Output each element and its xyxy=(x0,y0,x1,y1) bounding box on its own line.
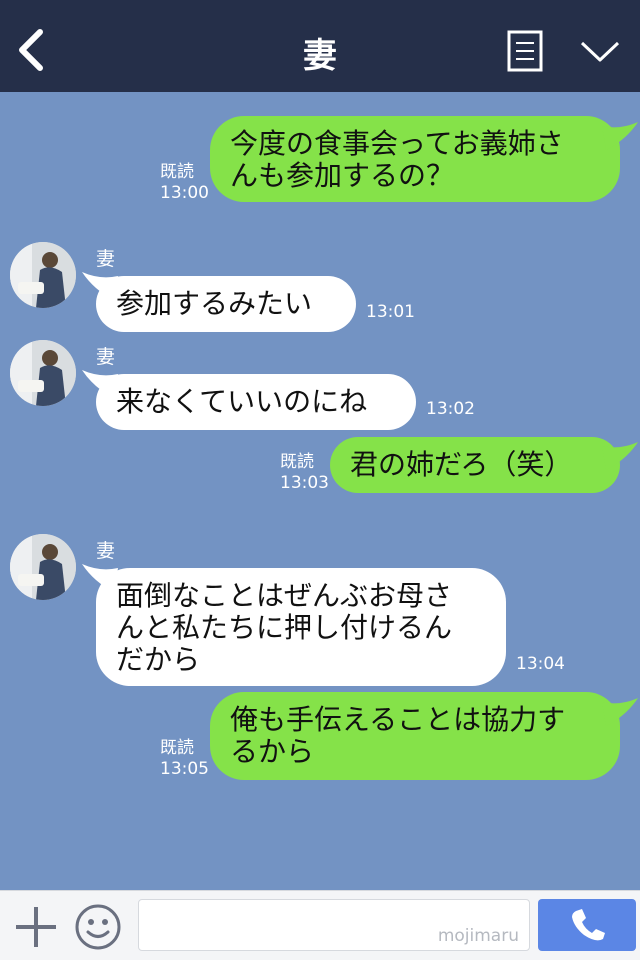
message-text-line: 来なくていいのにね xyxy=(116,385,368,418)
message-bubble[interactable]: 俺も手伝えることは協力す るから xyxy=(210,692,620,780)
message-time: 13:04 xyxy=(516,654,565,674)
message-time: 13:00 xyxy=(160,183,209,203)
message-time: 13:03 xyxy=(280,473,329,493)
message-bubble[interactable]: 面倒なことはぜんぶお母さ んと私たちに押し付けるん だから xyxy=(96,568,506,686)
plus-icon xyxy=(16,907,56,947)
avatar[interactable] xyxy=(10,534,76,600)
message-text-line: 面倒なことはぜんぶお母さ xyxy=(116,579,453,612)
message-bubble[interactable]: 来なくていいのにね xyxy=(96,374,416,430)
menu-list-icon xyxy=(507,30,543,72)
read-receipt: 既読 xyxy=(280,452,314,472)
avatar[interactable] xyxy=(10,242,76,308)
read-receipt: 既読 xyxy=(160,738,194,758)
message-time: 13:01 xyxy=(366,302,415,322)
watermark-text: mojimaru xyxy=(437,926,519,946)
phone-icon xyxy=(572,909,605,941)
avatar[interactable] xyxy=(10,340,76,406)
call-button[interactable] xyxy=(538,899,636,951)
emoji-button[interactable] xyxy=(74,903,122,951)
message-bubble[interactable]: 参加するみたい xyxy=(96,276,356,332)
bubble-tail xyxy=(602,698,638,726)
chevron-down-icon xyxy=(580,41,620,62)
sender-name: 妻 xyxy=(96,346,116,368)
message-text-line: 今度の食事会ってお義姉さ xyxy=(230,127,564,160)
sender-name: 妻 xyxy=(96,248,116,270)
message-input[interactable]: mojimaru xyxy=(138,899,530,951)
message-text-line: 君の姉だろ（笑） xyxy=(350,448,573,481)
collapse-button[interactable] xyxy=(578,36,622,66)
message-bubble[interactable]: 今度の食事会ってお義姉さ んも参加するの？ xyxy=(210,116,620,202)
chat-title: 妻 xyxy=(303,36,337,76)
message-text-line: んと私たちに押し付けるん xyxy=(116,611,453,644)
avatar-image xyxy=(10,340,76,406)
add-button[interactable] xyxy=(14,905,58,949)
message-time: 13:05 xyxy=(160,759,209,779)
read-receipt: 既読 xyxy=(160,162,194,182)
message-bubble[interactable]: 君の姉だろ（笑） xyxy=(330,437,620,493)
avatar-image xyxy=(10,534,76,600)
message-text-line: 参加するみたい xyxy=(116,287,313,320)
menu-button[interactable] xyxy=(507,30,543,72)
chat-header: 妻 xyxy=(0,0,640,92)
avatar-image xyxy=(10,242,76,308)
message-time: 13:02 xyxy=(426,399,475,419)
input-bar: mojimaru xyxy=(0,890,640,960)
message-text-line: だから xyxy=(116,643,201,676)
smiley-icon xyxy=(75,904,121,950)
message-text-line: るから xyxy=(230,735,315,768)
bubble-tail xyxy=(602,122,638,150)
sender-name: 妻 xyxy=(96,540,116,562)
message-text-line: んも参加するの？ xyxy=(230,159,455,192)
message-text-line: 俺も手伝えることは協力す xyxy=(230,703,566,736)
bubble-tail xyxy=(602,442,638,470)
chat-area[interactable]: 既読 13:00 今度の食事会ってお義姉さ んも参加するの？ 妻 参加するみたい… xyxy=(0,92,640,890)
